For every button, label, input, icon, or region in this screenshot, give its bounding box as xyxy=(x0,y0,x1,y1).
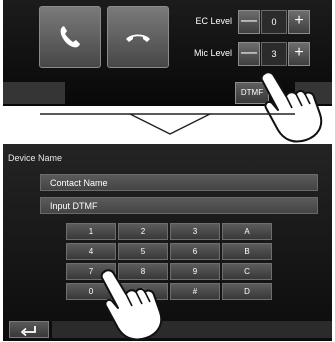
key-1[interactable]: 1 xyxy=(66,223,116,240)
key-6[interactable]: 6 xyxy=(170,243,220,260)
key-a[interactable]: A xyxy=(222,223,272,240)
key-9[interactable]: 9 xyxy=(170,263,220,280)
device-name-label: Device Name xyxy=(8,153,63,163)
mic-level-label: Mic Level xyxy=(193,48,232,58)
hangup-button[interactable] xyxy=(107,6,169,68)
key-hash[interactable]: # xyxy=(170,283,220,300)
key-b[interactable]: B xyxy=(222,243,272,260)
transition-arrow-icon xyxy=(40,113,295,135)
key-4[interactable]: 4 xyxy=(66,243,116,260)
phone-hangup-icon xyxy=(126,34,150,42)
back-button[interactable] xyxy=(9,321,49,338)
key-2[interactable]: 2 xyxy=(118,223,168,240)
key-c[interactable]: C xyxy=(222,263,272,280)
phone-handset-icon xyxy=(60,26,80,48)
mic-level-decrease-button[interactable]: — xyxy=(238,42,260,66)
key-5[interactable]: 5 xyxy=(118,243,168,260)
key-3[interactable]: 3 xyxy=(170,223,220,240)
mic-level-value: 3 xyxy=(261,42,287,66)
bottom-bar-left-slot xyxy=(3,82,65,104)
pointing-hand-icon xyxy=(100,269,163,341)
ec-level-increase-button[interactable]: + xyxy=(288,10,310,34)
mic-level-increase-button[interactable]: + xyxy=(288,42,310,66)
contact-name-field: Contact Name xyxy=(40,174,318,191)
call-button[interactable] xyxy=(39,6,101,68)
key-d[interactable]: D xyxy=(222,283,272,300)
ec-level-decrease-button[interactable]: — xyxy=(238,10,260,34)
ec-level-label: EC Level xyxy=(195,16,232,26)
dtmf-input-field: Input DTMF xyxy=(40,197,318,214)
ec-level-value: 0 xyxy=(261,10,287,34)
return-arrow-icon xyxy=(21,325,36,336)
